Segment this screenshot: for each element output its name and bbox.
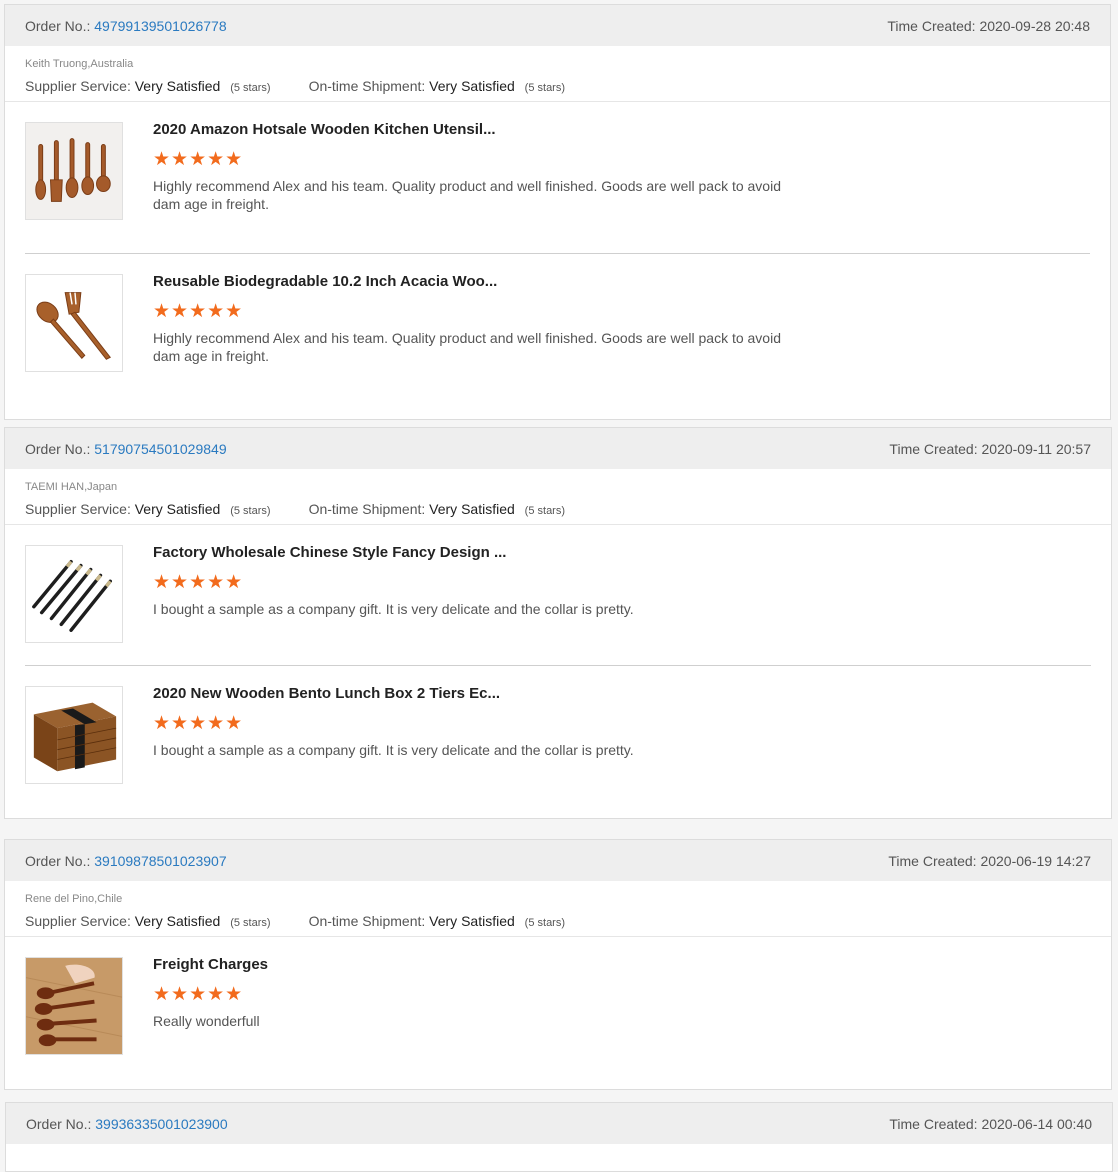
order-card: Order No.: 51790754501029849 Time Create…: [4, 427, 1112, 819]
review-text: I bought a sample as a company gift. It …: [153, 742, 634, 758]
supplier-service-rating: Supplier Service: Very Satisfied (5 star…: [25, 501, 271, 517]
product-title[interactable]: Freight Charges: [153, 956, 268, 973]
ontime-shipment-stars: (5 stars): [524, 82, 566, 94]
order-number-label: Order No.:: [25, 17, 91, 34]
product-thumbnail[interactable]: [25, 957, 123, 1055]
service-ratings: Supplier Service: Very Satisfied (5 star…: [25, 501, 1091, 517]
time-created: Time Created: 2020-06-19 14:27: [888, 853, 1091, 869]
rating-stars-icon: ★★★★★: [153, 984, 244, 1005]
order-number-link[interactable]: 51790754501029849: [94, 441, 226, 457]
product-thumbnail[interactable]: [25, 274, 123, 372]
order-number-label: Order No.:: [25, 440, 91, 457]
ontime-shipment-label: On-time Shipment:: [308, 78, 426, 94]
ontime-shipment-value: Very Satisfied: [429, 913, 515, 929]
service-ratings: Supplier Service: Very Satisfied (5 star…: [25, 913, 1091, 929]
wooden-spoon-fork-image: [26, 275, 122, 371]
rating-stars-icon: ★★★★★: [153, 301, 244, 322]
product-title[interactable]: 2020 Amazon Hotsale Wooden Kitchen Utens…: [153, 121, 496, 138]
supplier-service-rating: Supplier Service: Very Satisfied (5 star…: [25, 913, 271, 929]
ontime-shipment-rating: On-time Shipment: Very Satisfied (5 star…: [309, 78, 565, 94]
order-header: Order No.: 49799139501026778 Time Create…: [5, 5, 1110, 46]
review-text: Highly recommend Alex and his team. Qual…: [153, 178, 781, 212]
order-number: Order No.: 39936335001023900: [26, 1116, 228, 1132]
review-text: I bought a sample as a company gift. It …: [153, 601, 634, 617]
product-review-item: 2020 Amazon Hotsale Wooden Kitchen Utens…: [5, 102, 1110, 254]
ontime-shipment-rating: On-time Shipment: Very Satisfied (5 star…: [309, 913, 565, 929]
time-created-label: Time Created:: [887, 17, 976, 34]
order-number-link[interactable]: 49799139501026778: [94, 18, 226, 34]
review-text: Really wonderfull: [153, 1013, 260, 1029]
order-card: Order No.: 39109878501023907 Time Create…: [4, 839, 1112, 1090]
order-number-link[interactable]: 39109878501023907: [94, 853, 226, 869]
time-created-value: 2020-09-11 20:57: [981, 440, 1092, 457]
time-created: Time Created: 2020-06-14 00:40: [889, 1116, 1092, 1132]
supplier-service-value: Very Satisfied: [134, 913, 221, 929]
supplier-service-stars: (5 stars): [230, 82, 271, 94]
product-title[interactable]: Reusable Biodegradable 10.2 Inch Acacia …: [153, 273, 497, 290]
bento-box-image: [26, 687, 122, 783]
order-header: Order No.: 39109878501023907 Time Create…: [5, 840, 1111, 881]
product-review-item: 2020 New Wooden Bento Lunch Box 2 Tiers …: [5, 666, 1111, 807]
feedback-meta: Keith Truong,Australia Supplier Service:…: [5, 46, 1110, 102]
order-header: Order No.: 39936335001023900 Time Create…: [6, 1103, 1112, 1144]
review-text: Highly recommend Alex and his team. Qual…: [153, 330, 781, 364]
ontime-shipment-label: On-time Shipment:: [308, 501, 426, 517]
order-header: Order No.: 51790754501029849 Time Create…: [5, 428, 1111, 469]
ontime-shipment-value: Very Satisfied: [429, 501, 515, 517]
wooden-spoons-hand-image: [26, 958, 122, 1054]
time-created: Time Created: 2020-09-28 20:48: [887, 18, 1090, 34]
service-ratings: Supplier Service: Very Satisfied (5 star…: [25, 78, 1090, 94]
supplier-service-label: Supplier Service:: [25, 78, 131, 94]
ontime-shipment-label: On-time Shipment:: [308, 913, 426, 929]
buyer-name: Keith Truong,Australia: [25, 58, 134, 70]
time-created-label: Time Created:: [889, 1115, 978, 1132]
product-thumbnail[interactable]: [25, 122, 123, 220]
time-created: Time Created: 2020-09-11 20:57: [889, 441, 1091, 457]
time-created-label: Time Created:: [889, 440, 978, 457]
ontime-shipment-value: Very Satisfied: [429, 78, 515, 94]
time-created-value: 2020-06-14 00:40: [981, 1115, 1092, 1132]
chopsticks-image: [26, 546, 122, 642]
buyer-name: TAEMI HAN,Japan: [25, 481, 118, 493]
supplier-service-stars: (5 stars): [230, 505, 271, 517]
rating-stars-icon: ★★★★★: [153, 572, 244, 593]
feedback-meta: TAEMI HAN,Japan Supplier Service: Very S…: [5, 469, 1111, 525]
order-card: Order No.: 49799139501026778 Time Create…: [4, 4, 1111, 420]
order-number-label: Order No.:: [25, 852, 91, 869]
product-title[interactable]: Factory Wholesale Chinese Style Fancy De…: [153, 544, 506, 561]
supplier-service-value: Very Satisfied: [134, 501, 221, 517]
order-number-label: Order No.:: [26, 1115, 92, 1132]
supplier-service-value: Very Satisfied: [134, 78, 221, 94]
rating-stars-icon: ★★★★★: [153, 713, 244, 734]
order-number-link[interactable]: 39936335001023900: [95, 1116, 227, 1132]
rating-stars-icon: ★★★★★: [153, 149, 244, 170]
feedback-meta: Rene del Pino,Chile Supplier Service: Ve…: [5, 881, 1111, 937]
ontime-shipment-stars: (5 stars): [524, 917, 566, 929]
supplier-service-label: Supplier Service:: [25, 501, 131, 517]
product-thumbnail[interactable]: [25, 686, 123, 784]
ontime-shipment-stars: (5 stars): [524, 505, 566, 517]
order-number: Order No.: 39109878501023907: [25, 853, 227, 869]
wooden-utensils-image: [26, 123, 122, 219]
buyer-name: Rene del Pino,Chile: [25, 893, 123, 905]
ontime-shipment-rating: On-time Shipment: Very Satisfied (5 star…: [309, 501, 565, 517]
product-review-item: Factory Wholesale Chinese Style Fancy De…: [5, 525, 1111, 666]
product-review-item: Freight Charges ★★★★★ Really wonderfull: [5, 937, 1111, 1089]
order-number: Order No.: 49799139501026778: [25, 18, 227, 34]
time-created-value: 2020-09-28 20:48: [979, 17, 1090, 34]
order-card: Order No.: 39936335001023900 Time Create…: [5, 1102, 1113, 1172]
product-review-item: Reusable Biodegradable 10.2 Inch Acacia …: [5, 254, 1110, 406]
product-title[interactable]: 2020 New Wooden Bento Lunch Box 2 Tiers …: [153, 685, 500, 702]
order-number: Order No.: 51790754501029849: [25, 441, 227, 457]
time-created-label: Time Created:: [888, 852, 977, 869]
supplier-service-rating: Supplier Service: Very Satisfied (5 star…: [25, 78, 271, 94]
product-thumbnail[interactable]: [25, 545, 123, 643]
time-created-value: 2020-06-19 14:27: [980, 852, 1091, 869]
supplier-service-label: Supplier Service:: [25, 913, 131, 929]
supplier-service-stars: (5 stars): [230, 917, 271, 929]
